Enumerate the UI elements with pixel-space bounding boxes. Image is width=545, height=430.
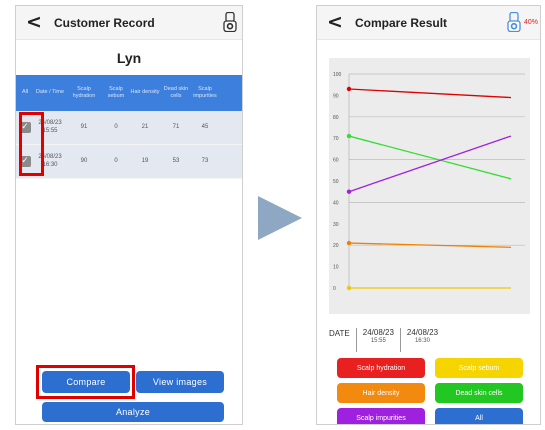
y-tick-label: 50 bbox=[333, 179, 339, 185]
view-images-button[interactable]: View images bbox=[136, 371, 224, 393]
col-header-dead-skin: Dead skin cells bbox=[163, 85, 189, 99]
compare-highlight-box bbox=[36, 365, 135, 399]
line-chart: 0 10 20 30 40 50 60 70 80 90 100 bbox=[333, 72, 525, 292]
y-tick-label: 100 bbox=[333, 72, 342, 78]
cell-hydration: 90 bbox=[80, 157, 88, 164]
y-tick-label: 10 bbox=[333, 265, 339, 271]
y-tick-label: 60 bbox=[333, 158, 339, 164]
cell-density: 21 bbox=[141, 123, 149, 130]
dead-skin-cells-button[interactable]: Dead skin cells bbox=[435, 383, 523, 403]
y-tick-label: 80 bbox=[333, 115, 339, 121]
series-point bbox=[346, 189, 352, 194]
time-value: 16:30 bbox=[414, 338, 430, 344]
series-point bbox=[346, 240, 352, 246]
customer-record-screen: < Customer Record Lyn All Date / Time Sc… bbox=[15, 5, 243, 425]
scanner-device-icon[interactable] bbox=[223, 12, 237, 32]
y-tick-label: 70 bbox=[333, 136, 339, 142]
series-point bbox=[346, 285, 352, 291]
cell-impurities: 73 bbox=[201, 157, 209, 164]
back-icon[interactable]: < bbox=[327, 11, 343, 33]
date-axis: DATE 24/08/23 15:55 24/08/23 16:30 bbox=[329, 328, 444, 352]
date-column[interactable]: 24/08/23 15:55 bbox=[355, 328, 400, 352]
cell-dead-skin: 71 bbox=[172, 123, 180, 130]
series-point bbox=[346, 133, 352, 139]
date-label: DATE bbox=[329, 329, 350, 338]
page-title: Customer Record bbox=[54, 16, 155, 30]
arrow-right-icon bbox=[258, 196, 302, 240]
compare-chart: 0 10 20 30 40 50 60 70 80 90 100 bbox=[329, 58, 530, 314]
compare-result-screen: < Compare Result 40% 0 10 20 30 40 50 60 70 80 90… bbox=[316, 5, 541, 425]
cell-sebum: 0 bbox=[114, 157, 118, 164]
row-time: 15:55 bbox=[42, 127, 58, 134]
y-tick-label: 0 bbox=[333, 286, 336, 292]
series-line bbox=[348, 88, 512, 99]
hair-density-button[interactable]: Hair density bbox=[337, 383, 425, 403]
cell-density: 19 bbox=[141, 157, 149, 164]
col-header-all[interactable]: All bbox=[16, 75, 34, 111]
y-tick-label: 30 bbox=[333, 222, 339, 228]
col-header-sebum: Scalp sebum bbox=[107, 85, 125, 99]
col-header-hydration: Scalp hydration bbox=[72, 85, 96, 99]
table-row[interactable]: ✓ 24/08/23 15:55 91 0 21 71 45 bbox=[16, 111, 242, 145]
scalp-sebum-button[interactable]: Scalp sebum bbox=[435, 358, 523, 378]
back-icon[interactable]: < bbox=[26, 11, 42, 33]
series-line bbox=[348, 135, 512, 180]
cell-impurities: 45 bbox=[201, 123, 209, 130]
table-header: All Date / Time Scalp hydration Scalp se… bbox=[16, 75, 242, 111]
date-column[interactable]: 24/08/23 16:30 bbox=[399, 328, 444, 352]
battery-level: 40% bbox=[524, 19, 539, 26]
table-row[interactable]: ✓ 24/08/23 16:30 90 0 19 53 73 bbox=[16, 145, 242, 179]
cell-hydration: 91 bbox=[80, 123, 88, 130]
date-value: 24/08/23 bbox=[406, 328, 439, 337]
analyze-button[interactable]: Analyze bbox=[42, 402, 224, 422]
all-button[interactable]: All bbox=[435, 408, 523, 424]
series-line bbox=[348, 135, 512, 193]
cell-sebum: 0 bbox=[114, 123, 118, 130]
y-tick-label: 20 bbox=[333, 243, 339, 249]
date-value: 24/08/23 bbox=[362, 328, 394, 337]
time-value: 15:55 bbox=[370, 338, 386, 344]
scanner-device-icon[interactable] bbox=[507, 12, 521, 32]
checkbox-highlight-box bbox=[19, 112, 44, 176]
customer-name: Lyn bbox=[116, 50, 142, 66]
cell-dead-skin: 53 bbox=[172, 157, 180, 164]
series-point bbox=[346, 86, 352, 92]
page-title: Compare Result bbox=[355, 16, 448, 30]
col-header-impurities: Scalp impurities bbox=[193, 85, 217, 99]
scalp-hydration-button[interactable]: Scalp hydration bbox=[337, 358, 425, 378]
y-tick-label: 90 bbox=[333, 93, 339, 99]
top-bar: < Compare Result 40% bbox=[317, 6, 540, 40]
col-header-density: Hair density bbox=[130, 89, 160, 96]
top-bar: < Customer Record bbox=[16, 6, 242, 40]
col-header-datetime: Date / Time bbox=[35, 89, 65, 96]
scalp-impurities-button[interactable]: Scalp impurities bbox=[337, 408, 425, 424]
row-time: 16:30 bbox=[42, 161, 58, 168]
y-tick-label: 40 bbox=[333, 200, 339, 206]
